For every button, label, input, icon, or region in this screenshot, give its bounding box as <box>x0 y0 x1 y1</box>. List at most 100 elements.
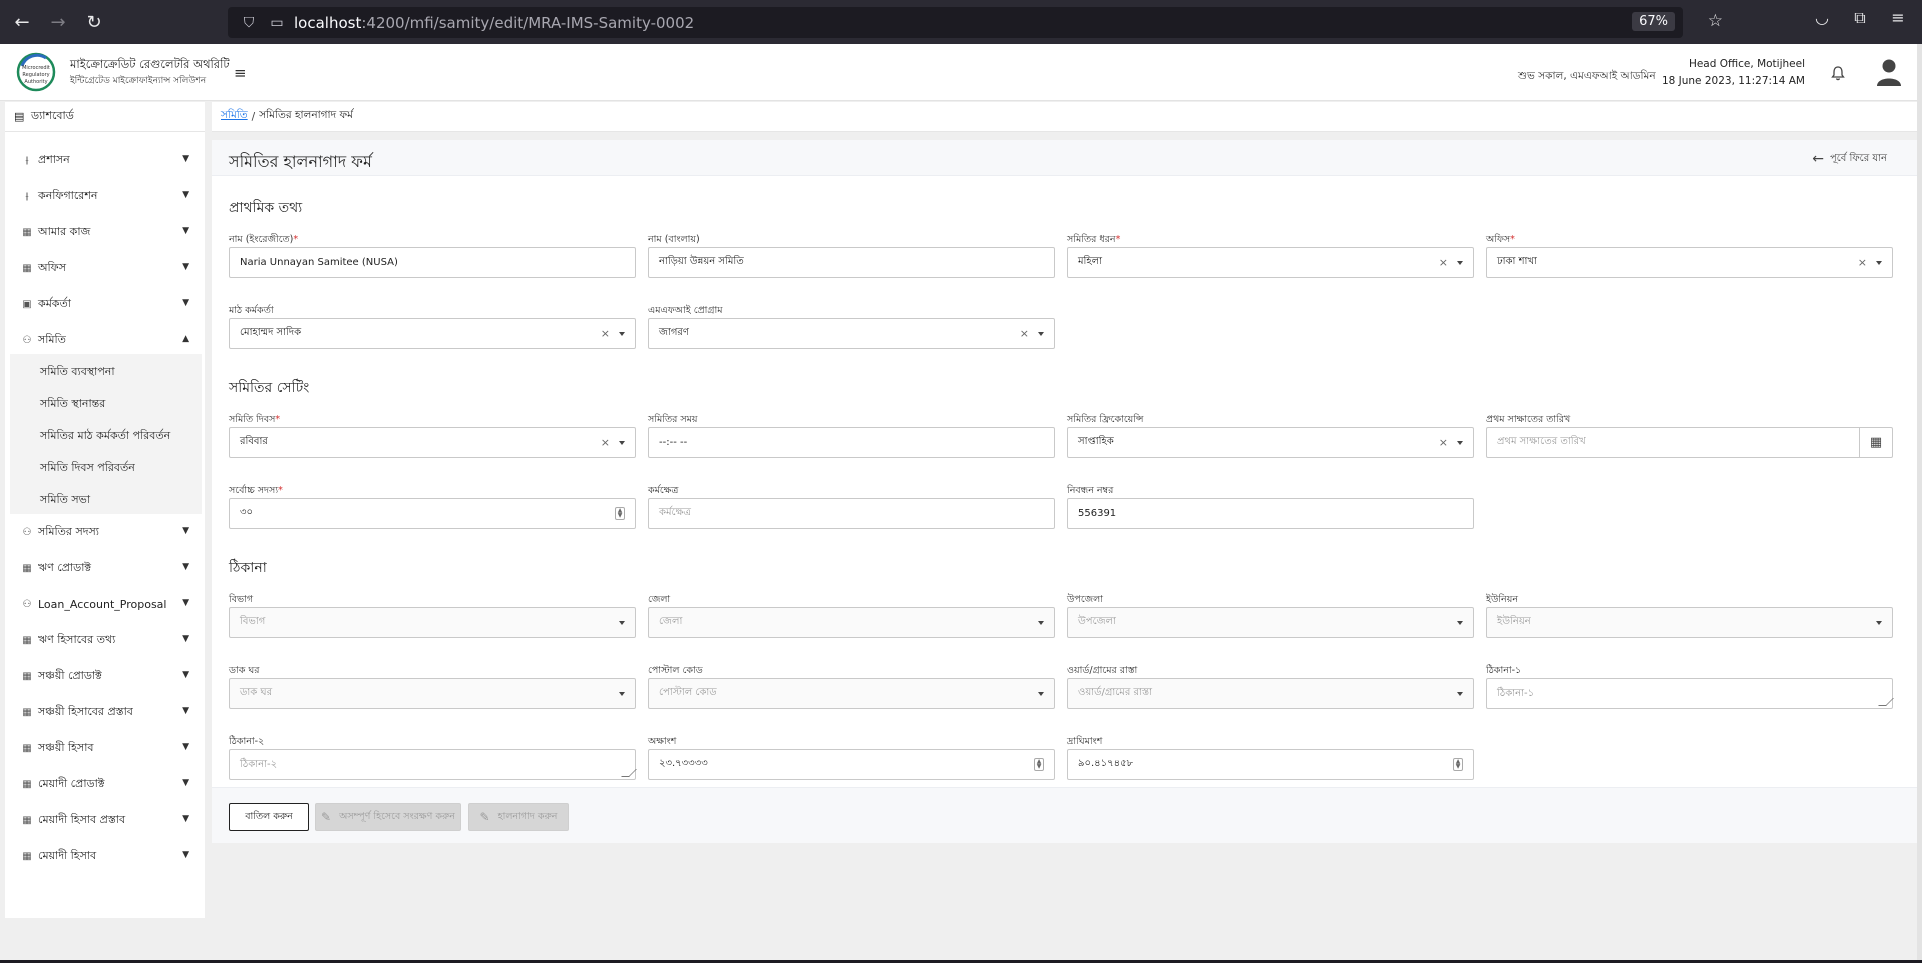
samity-type-select[interactable]: মহিলা × <box>1067 247 1474 278</box>
calendar-icon[interactable]: ▦ <box>1859 428 1892 457</box>
name-bn-input[interactable]: নাড়িয়া উন্নয়ন সমিতি <box>648 247 1055 278</box>
sidebar-item-label: মেয়াদী হিসাব প্রস্তাব <box>38 812 126 826</box>
division-select[interactable]: বিভাগ <box>229 607 636 638</box>
sidebar-item-label: আমার কাজ <box>38 224 91 238</box>
sidebar-item-loan-account-info[interactable]: ▦ ঋণ হিসাবের তথ্য ▼ <box>5 622 205 658</box>
sidebar-item-samity[interactable]: ⚇ সমিতি ▲ <box>5 322 205 358</box>
bookmark-star-icon[interactable]: ☆ <box>1708 11 1723 31</box>
field-label: অক্ষাংশ <box>648 736 677 747</box>
sidebar-item-dashboard[interactable]: ▤ ড্যাশবোর্ড <box>5 102 205 132</box>
spinner-icon[interactable]: ▲ ▼ <box>615 507 625 520</box>
clear-icon[interactable]: × <box>1020 327 1029 340</box>
samity-time-input[interactable]: --:-- -- <box>648 427 1055 458</box>
sidebar-item-loan-product[interactable]: ▦ ঋণ প্রোডাক্ট ▼ <box>5 550 205 586</box>
address-bar[interactable]: ⛉ ▭ localhost:4200/mfi/samity/edit/MRA-I… <box>228 7 1723 38</box>
postal-code-select[interactable]: পোস্টাল কোড <box>648 678 1055 709</box>
post-office-select[interactable]: ডাক ঘর <box>229 678 636 709</box>
save-draft-button[interactable]: ✎ অসম্পূর্ণ হিসেবে সংরক্ষণ করুন <box>315 803 461 831</box>
max-members-input[interactable]: ৩০ ▲ ▼ <box>229 498 636 529</box>
sidebar-item-my-work[interactable]: ▦ আমার কাজ ▼ <box>5 214 205 250</box>
sidebar-item-term-proposal[interactable]: ▦ মেয়াদী হিসাব প্রস্তাব ▼ <box>5 802 205 838</box>
chevron-down-icon: ▼ <box>182 742 189 752</box>
ward-select[interactable]: ওয়ার্ড/গ্রামের রাস্তা <box>1067 678 1474 709</box>
zoom-level-badge[interactable]: 67% <box>1632 12 1675 31</box>
field-label: দ্রাঘিমাংশ <box>1067 736 1103 747</box>
spinner-icon[interactable]: ▲ ▼ <box>1034 758 1044 771</box>
extensions-icon[interactable]: ⧉ <box>1848 8 1872 28</box>
update-button[interactable]: ✎ হালনাগাদ করুন <box>468 803 569 831</box>
submenu-field-officer-change[interactable]: সমিতির মাঠ কর্মকর্তা পরিবর্তন <box>40 427 170 446</box>
frequency-select[interactable]: সাপ্তাহিক × <box>1067 427 1474 458</box>
field-latitude: অক্ষাংশ ২৩.৭৩৩৩৩ ▲ ▼ <box>648 735 1055 780</box>
latitude-input[interactable]: ২৩.৭৩৩৩৩ ▲ ▼ <box>648 749 1055 780</box>
building-icon: ▦ <box>22 814 32 826</box>
address-1-textarea[interactable]: ঠিকানা-১ <box>1486 678 1894 709</box>
sidebar-item-savings-proposal[interactable]: ▦ সঞ্চয়ী হিসাবের প্রস্তাব ▼ <box>5 694 205 730</box>
url-path: :4200/mfi/samity/edit/MRA-IMS-Samity-000… <box>361 13 695 32</box>
hamburger-menu-icon[interactable]: ≡ <box>234 64 247 82</box>
edit-icon: ✎ <box>321 810 332 824</box>
edit-icon: ✎ <box>479 810 490 824</box>
field-officer-select[interactable]: মোহাম্মদ সাদিক × <box>229 318 636 349</box>
sidebar-item-savings-account[interactable]: ▦ সঞ্চয়ী হিসাব ▼ <box>5 730 205 766</box>
sidebar-item-loan-account-proposal[interactable]: ⚇ Loan_Account_Proposal ▼ <box>5 586 205 622</box>
submenu-samity-management[interactable]: সমিতি ব্যবস্থাপনা <box>40 363 115 382</box>
first-meeting-date-input[interactable]: প্রথম সাক্ষাতের তারিখ ▦ <box>1486 427 1893 458</box>
sidebar-item-label: সঞ্চয়ী প্রোডাক্ট <box>38 668 102 682</box>
back-link[interactable]: ← পূর্বে ফিরে যান <box>1812 151 1887 168</box>
clear-icon[interactable]: × <box>1858 256 1867 269</box>
user-avatar[interactable] <box>1876 58 1902 86</box>
clear-icon[interactable]: × <box>1439 436 1448 449</box>
menu-icon[interactable]: ≡ <box>1886 8 1910 28</box>
name-en-input[interactable]: Naria Unnayan Samitee (NUSA) <box>229 247 636 278</box>
pocket-icon[interactable]: ◡ <box>1810 8 1834 28</box>
registration-no-input[interactable]: 556391 <box>1067 498 1474 529</box>
address-2-textarea[interactable]: ঠিকানা-২ <box>229 749 637 780</box>
field-work-area: কর্মক্ষেত্র কর্মক্ষেত্র <box>648 484 1055 529</box>
submenu-samity-transfer[interactable]: সমিতি স্থানান্তর <box>40 395 105 414</box>
samity-day-select[interactable]: রবিবার × <box>229 427 636 458</box>
form-title-bar: সমিতির হালনাগাদ ফর্ম ← পূর্বে ফিরে যান <box>212 140 1917 176</box>
submenu-samity-meeting[interactable]: সমিতি সভা <box>40 491 90 510</box>
cancel-button[interactable]: বাতিল করুন <box>229 803 309 831</box>
resize-handle[interactable] <box>621 769 637 777</box>
sidebar-item-savings-product[interactable]: ▦ সঞ্চয়ী প্রোডাক্ট ▼ <box>5 658 205 694</box>
office-select[interactable]: ঢাকা শাখা × <box>1486 247 1893 278</box>
breadcrumb-link-samity[interactable]: সমিতি <box>221 108 248 125</box>
union-select[interactable]: ইউনিয়ন <box>1486 607 1893 638</box>
user-greeting: শুভ সকাল, এমএফআই আডমিন <box>1518 70 1656 82</box>
submenu-samity-day-change[interactable]: সমিতি দিবস পরিবর্তন <box>40 459 135 478</box>
sidebar-item-administration[interactable]: ⫲ প্রশাসন ▼ <box>5 142 205 178</box>
upazila-select[interactable]: উপজেলা <box>1067 607 1474 638</box>
forward-arrow-icon[interactable]: → <box>44 8 72 36</box>
caret-down-icon <box>619 332 625 336</box>
sidebar-item-samity-member[interactable]: ⚇ সমিতির সদস্য ▼ <box>5 514 205 550</box>
field-label: উপজেলা <box>1067 594 1103 605</box>
logo-text-2: Regulatory <box>22 72 49 78</box>
scrollbar-track[interactable] <box>1917 44 1922 963</box>
page-title: সমিতির হালনাগাদ ফর্ম <box>229 152 372 171</box>
longitude-input[interactable]: ৯০.৪১৭৪৫৮ ▲ ▼ <box>1067 749 1474 780</box>
clear-icon[interactable]: × <box>601 436 610 449</box>
shield-icon: ⛉ <box>243 14 255 31</box>
sidebar-item-label: মেয়াদী প্রোডাক্ট <box>38 776 105 790</box>
building-icon: ▦ <box>22 670 32 682</box>
bell-icon[interactable] <box>1830 65 1846 81</box>
sidebar-item-officer[interactable]: ▣ কর্মকর্তা ▼ <box>5 286 205 322</box>
chevron-down-icon: ▼ <box>182 778 189 788</box>
back-arrow-icon[interactable]: ← <box>8 8 36 36</box>
reload-icon[interactable]: ↻ <box>80 8 108 36</box>
sidebar-item-office[interactable]: ▦ অফিস ▼ <box>5 250 205 286</box>
clear-icon[interactable]: × <box>601 327 610 340</box>
sidebar-item-configuration[interactable]: ⫲ কনফিগারেশন ▼ <box>5 178 205 214</box>
back-link-label: পূর্বে ফিরে যান <box>1829 153 1887 164</box>
district-select[interactable]: জেলা <box>648 607 1055 638</box>
resize-handle[interactable] <box>1878 698 1894 706</box>
caret-down-icon <box>1457 621 1463 625</box>
sidebar-item-term-account[interactable]: ▦ মেয়াদী হিসাব ▼ <box>5 838 205 874</box>
clear-icon[interactable]: × <box>1439 256 1448 269</box>
mfi-program-select[interactable]: জাগরণ × <box>648 318 1055 349</box>
spinner-icon[interactable]: ▲ ▼ <box>1453 758 1463 771</box>
sidebar-item-term-product[interactable]: ▦ মেয়াদী প্রোডাক্ট ▼ <box>5 766 205 802</box>
work-area-input[interactable]: কর্মক্ষেত্র <box>648 498 1055 529</box>
